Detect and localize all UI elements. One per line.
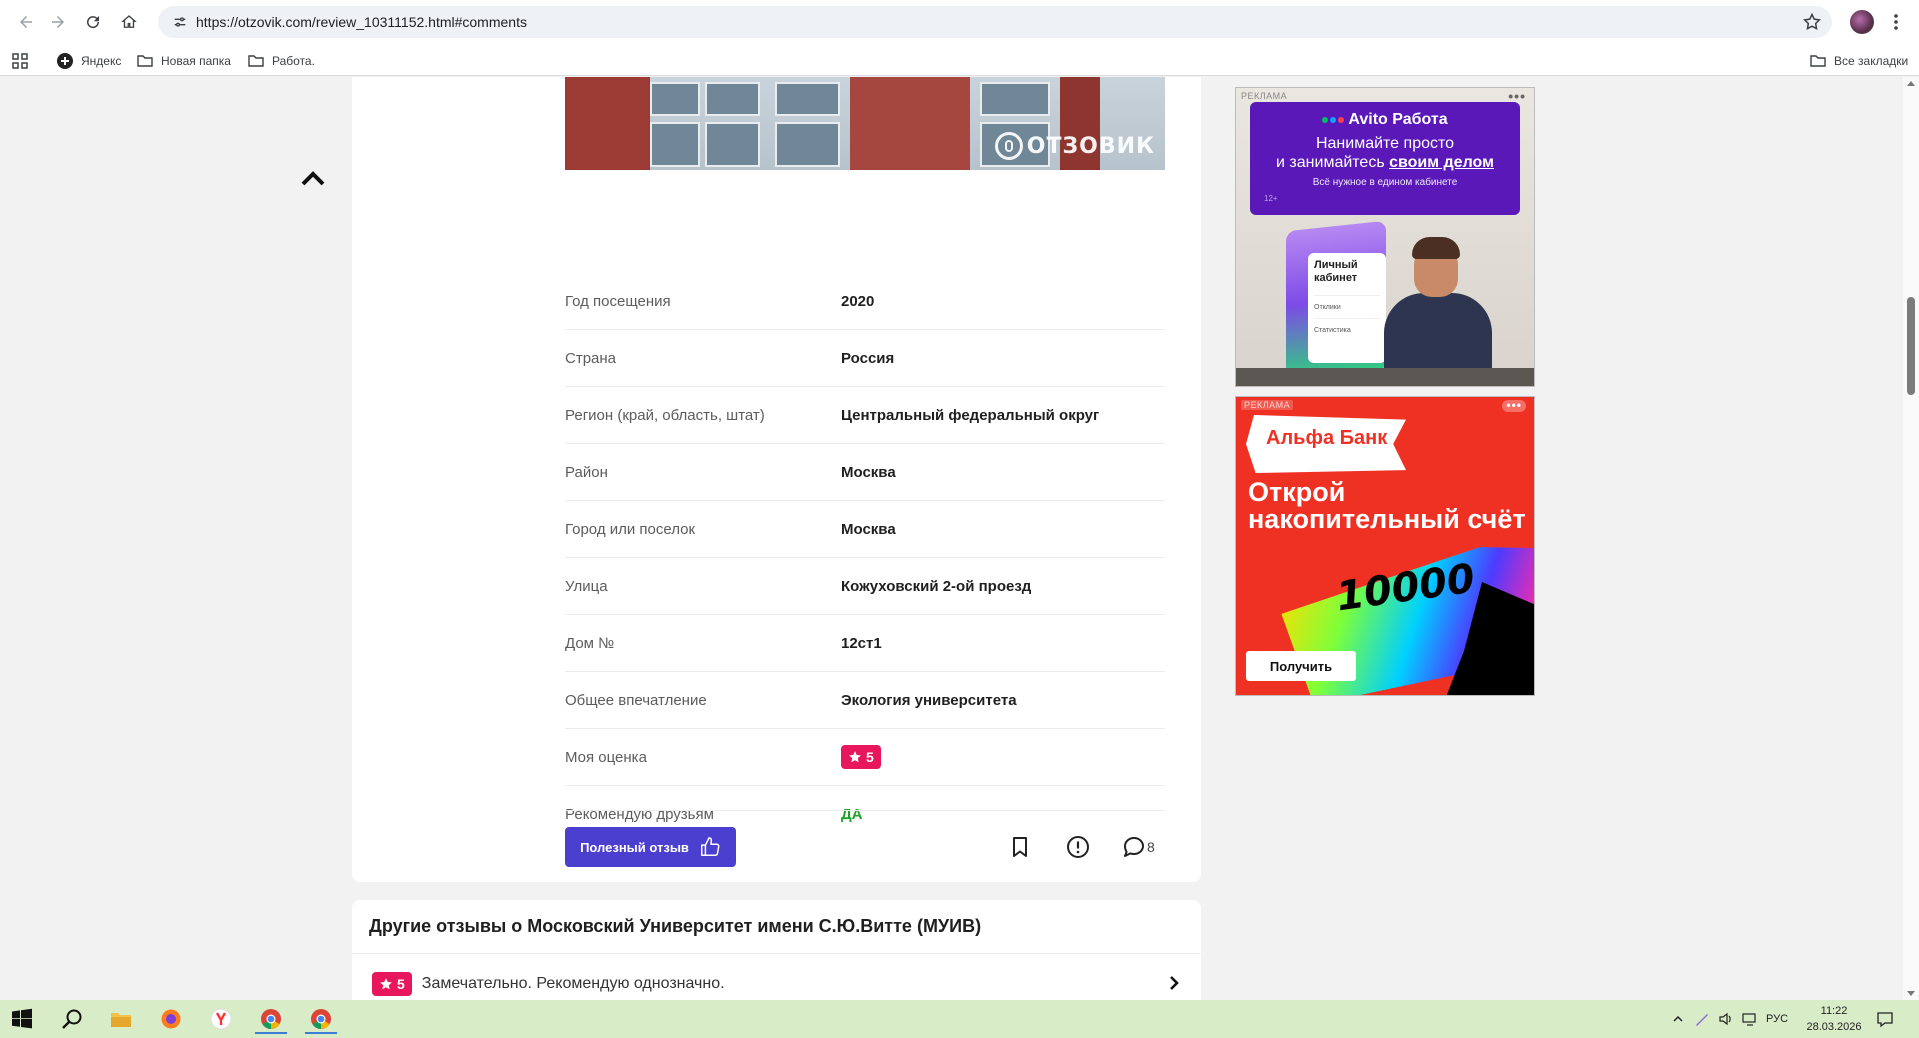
notifications-icon[interactable] (1876, 1000, 1894, 1038)
folder-icon (248, 55, 264, 67)
folder-icon (111, 1013, 131, 1027)
home-button[interactable] (111, 4, 147, 40)
alfa-get-button[interactable]: Получить (1246, 651, 1356, 681)
profile-avatar[interactable] (1850, 10, 1874, 34)
comments-button[interactable]: 8 (1122, 834, 1155, 860)
chevron-right-icon[interactable] (1167, 974, 1181, 992)
detail-row-street: Улица Кожуховский 2-ой проезд (565, 558, 1165, 615)
firefox-icon (161, 1009, 181, 1029)
network-icon[interactable] (1742, 1000, 1760, 1038)
all-bookmarks[interactable]: Все закладки (1810, 52, 1908, 70)
site-info-icon[interactable] (164, 6, 196, 38)
taskbar-chrome-1[interactable] (251, 1004, 291, 1034)
address-bar[interactable]: https://otzovik.com/review_10311152.html… (158, 6, 1832, 38)
other-reviews-section: Другие отзывы о Московский Университет и… (352, 900, 1201, 1000)
bookmark-icon (1013, 837, 1027, 857)
reload-icon (87, 16, 100, 29)
other-review-item[interactable]: 5 Замечательно. Рекомендую однозначно. (372, 972, 725, 996)
taskbar-yandex-browser[interactable] (201, 1004, 241, 1034)
yandex-favicon-icon (57, 53, 73, 69)
system-clock[interactable]: 11:22 28.03.2026 (1804, 1003, 1864, 1035)
url-text[interactable]: https://otzovik.com/review_10311152.html… (196, 14, 527, 30)
page-content: ОТЗОВИК Год посещения 2020 Страна Россия Р… (0, 77, 1903, 1000)
person-photo (1376, 233, 1496, 386)
pen-icon[interactable] (1694, 1000, 1710, 1038)
other-reviews-title: Другие отзывы о Московский Университет и… (369, 916, 982, 936)
cabinet-card: Личный кабинет Отклики Статистика (1308, 253, 1386, 363)
bookmark-yandex[interactable]: Яндекс (57, 52, 121, 70)
tray-overflow-chevron-icon[interactable] (1672, 1000, 1684, 1038)
scroll-up-arrow-icon[interactable] (1907, 81, 1915, 86)
detail-row-country: Страна Россия (565, 330, 1165, 387)
folder-icon (137, 55, 153, 67)
bookmarks-bar: Яндекс Новая папка Работа. Все закладки (0, 44, 1919, 76)
detail-row-rating: Моя оценка 5 (565, 729, 1165, 786)
detail-row-district: Район Москва (565, 444, 1165, 501)
useful-review-button[interactable]: Полезный отзыв (565, 827, 736, 867)
reload-button[interactable] (75, 4, 111, 40)
volume-icon[interactable] (1718, 1000, 1734, 1038)
detail-row-city: Город или поселок Москва (565, 501, 1165, 558)
review-details-table: Год посещения 2020 Страна Россия Регион (к… (565, 273, 1165, 843)
rating-badge: 5 (372, 972, 412, 996)
search-button[interactable] (52, 1004, 92, 1034)
detail-row-region: Регион (край, область, штат) Центральный … (565, 387, 1165, 444)
bookmark-button[interactable] (1008, 834, 1032, 860)
taskbar-file-explorer[interactable] (101, 1004, 141, 1034)
windows-taskbar: РУС 11:22 28.03.2026 (0, 1000, 1919, 1038)
page-scrollbar[interactable] (1903, 77, 1919, 1000)
taskbar-firefox[interactable] (151, 1004, 191, 1034)
bookmark-star-icon[interactable] (1802, 12, 1822, 32)
back-button[interactable] (8, 4, 44, 40)
scrollbar-thumb[interactable] (1907, 297, 1915, 395)
start-button[interactable] (2, 1004, 42, 1034)
bookmark-folder-work[interactable]: Работа. (248, 52, 315, 70)
chrome-icon (261, 1009, 281, 1029)
detail-row-house: Дом № 12ст1 (565, 615, 1165, 672)
yandex-browser-icon (210, 1008, 232, 1030)
ad-menu-icon[interactable]: ••• (1502, 399, 1526, 412)
alfa-logo: Альфа Банк (1266, 427, 1388, 449)
comment-icon (1124, 837, 1144, 857)
otzovik-watermark: ОТЗОВИК (994, 132, 1155, 160)
report-button[interactable] (1066, 834, 1090, 860)
language-indicator[interactable]: РУС (1766, 1000, 1788, 1038)
thumbs-up-icon (700, 837, 720, 856)
apps-grid-icon (12, 53, 28, 69)
windows-logo-icon (12, 1008, 32, 1029)
rating-badge: 5 (841, 745, 881, 769)
detail-row-impression: Общее впечатление Экология университета (565, 672, 1165, 729)
arrow-right-icon (52, 16, 64, 28)
scroll-to-top-chevron-icon[interactable] (300, 169, 326, 187)
ad-avito[interactable]: РЕКЛАМА ••• Avito Работа Нанимайте прост… (1235, 87, 1535, 387)
detail-row-year: Год посещения 2020 (565, 273, 1165, 330)
scroll-down-arrow-icon[interactable] (1907, 991, 1915, 996)
star-icon (849, 751, 861, 763)
browser-toolbar: https://otzovik.com/review_10311152.html… (0, 0, 1919, 44)
divider (565, 810, 1165, 811)
alert-circle-icon (1067, 836, 1089, 858)
forward-button[interactable] (40, 4, 76, 40)
apps-button[interactable] (12, 52, 36, 70)
browser-menu-icon[interactable] (1893, 12, 1899, 32)
arrow-left-icon (20, 16, 32, 28)
chrome-icon (311, 1009, 331, 1029)
bookmark-folder-new[interactable]: Новая папка (137, 52, 231, 70)
ad-alfa-bank[interactable]: РЕКЛАМА ••• Альфа Банк Открой накопитель… (1235, 396, 1535, 696)
taskbar-chrome-2[interactable] (301, 1004, 341, 1034)
avito-banner: Avito Работа Нанимайте просто и занимайт… (1250, 102, 1520, 215)
folder-icon (1810, 55, 1826, 67)
search-icon (62, 1009, 82, 1029)
home-icon (121, 15, 137, 28)
star-icon (380, 978, 392, 990)
review-photo: ОТЗОВИК (565, 77, 1165, 170)
avito-logo-icon (1322, 117, 1345, 123)
